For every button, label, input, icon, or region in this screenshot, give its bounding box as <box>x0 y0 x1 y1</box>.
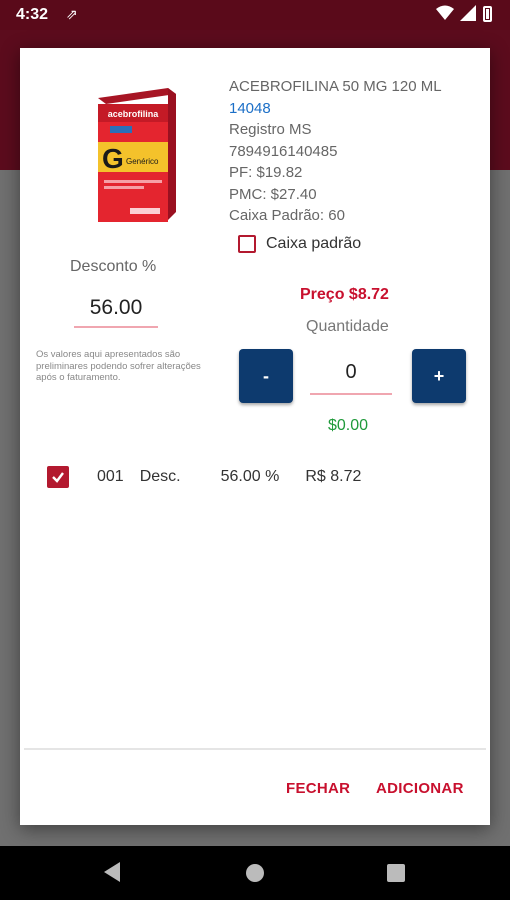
signal-icon <box>460 5 476 21</box>
decrease-quantity-button[interactable]: - <box>239 349 293 403</box>
product-name: ACEBROFILINA 50 MG 120 ML <box>229 78 442 95</box>
box-generic-text: Genérico <box>126 157 159 166</box>
product-code: 14048 <box>229 99 271 117</box>
desconto-label: Desconto % <box>70 258 157 275</box>
caixa-padrao-info: Caixa Padrão: 60 <box>229 207 345 224</box>
pf-price: PF: $19.82 <box>229 164 303 181</box>
increase-quantity-button[interactable]: + <box>412 349 466 403</box>
adicionar-button[interactable]: ADICIONAR <box>376 780 464 797</box>
list-item: 001 Desc. 56.00 % R$ 8.72 <box>47 462 467 492</box>
home-icon[interactable] <box>246 864 264 882</box>
quantidade-input[interactable]: 0 <box>310 361 392 395</box>
box-brand-text: acebrofilina <box>108 109 160 119</box>
status-bar: 4:32 ⇗ <box>0 0 510 30</box>
item-description: Desc. <box>139 468 181 485</box>
caixa-padrao-checkbox-row[interactable]: Caixa padrão <box>238 235 361 253</box>
box-generic-letter: G <box>102 143 124 174</box>
caixa-padrao-label: Caixa padrão <box>266 235 362 252</box>
fechar-button[interactable]: FECHAR <box>286 780 350 797</box>
quantidade-label: Quantidade <box>306 318 389 335</box>
battery-icon <box>483 6 492 22</box>
item-number: 001 <box>97 468 124 485</box>
divider <box>24 748 486 750</box>
item-checkbox[interactable] <box>47 466 69 488</box>
check-icon <box>52 472 64 483</box>
product-image: acebrofilina G Genérico <box>98 88 176 222</box>
back-icon[interactable] <box>104 862 120 882</box>
item-value: R$ 8.72 <box>305 468 362 485</box>
notification-icon: ⇗ <box>66 6 78 22</box>
product-info: ACEBROFILINA 50 MG 120 ML 14048 Registro… <box>229 76 442 227</box>
recent-apps-icon[interactable] <box>387 864 405 882</box>
caixa-padrao-checkbox[interactable] <box>238 235 256 253</box>
registro-number: 7894916140485 <box>229 142 338 160</box>
product-dialog: acebrofilina G Genérico ACEBROFILINA 50 … <box>20 48 490 825</box>
total-value: $0.00 <box>328 417 369 434</box>
pmc-price: PMC: $27.40 <box>229 185 317 203</box>
disclaimer-text: Os valores aqui apresentados são prelimi… <box>36 349 201 383</box>
item-discount: 56.00 % <box>220 468 280 485</box>
desconto-input[interactable]: 56.00 <box>74 296 158 328</box>
wifi-icon <box>436 5 454 20</box>
status-time: 4:32 <box>16 6 49 23</box>
price-text: Preço $8.72 <box>300 286 389 303</box>
registro-label: Registro MS <box>229 121 312 138</box>
